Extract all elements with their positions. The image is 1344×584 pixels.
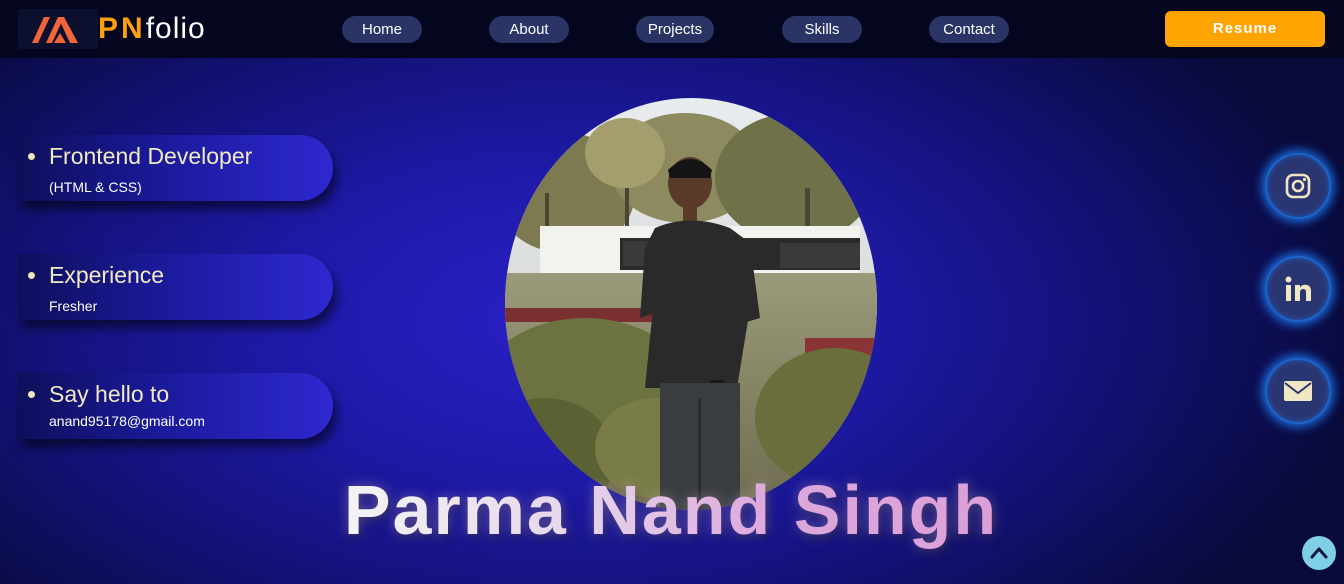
hero-name-text: Parma Nand Singh xyxy=(343,471,999,549)
nav-contact[interactable]: Contact xyxy=(929,16,1009,43)
info-card-role: Frontend Developer (HTML & CSS) xyxy=(18,135,333,201)
card-subtitle: (HTML & CSS) xyxy=(49,179,142,195)
brand-initials: PN xyxy=(98,12,146,45)
card-title: Frontend Developer xyxy=(49,143,253,169)
brand-wordmark: PNfolio xyxy=(98,9,206,49)
brand-logo[interactable]: PNfolio xyxy=(18,9,205,49)
linkedin-icon xyxy=(1285,276,1311,301)
card-subtitle: Fresher xyxy=(49,298,98,314)
pn-logo-icon xyxy=(18,9,98,49)
nav-home[interactable]: Home xyxy=(342,16,422,43)
card-email[interactable]: anand95178@gmail.com xyxy=(49,413,205,429)
email-icon xyxy=(1284,381,1312,401)
instagram-icon xyxy=(1285,173,1311,199)
email-button[interactable] xyxy=(1265,358,1331,424)
bullet-icon xyxy=(28,153,35,160)
profile-photo xyxy=(505,98,877,510)
info-card-experience: Experience Fresher xyxy=(18,254,333,320)
instagram-button[interactable] xyxy=(1265,153,1331,219)
bullet-icon xyxy=(28,272,35,279)
linkedin-button[interactable] xyxy=(1265,256,1331,322)
info-card-contact: Say hello to anand95178@gmail.com xyxy=(18,373,333,439)
nav-skills[interactable]: Skills xyxy=(782,16,862,43)
brand-word: folio xyxy=(145,12,206,45)
bullet-icon xyxy=(28,391,35,398)
navbar: PNfolio Home About Projects Skills Conta… xyxy=(0,0,1344,58)
scroll-top-button[interactable] xyxy=(1302,536,1336,570)
nav-projects[interactable]: Projects xyxy=(636,16,714,43)
nav-about[interactable]: About xyxy=(489,16,569,43)
hero-name: Parma Nand Singh xyxy=(0,470,1344,550)
chevron-up-icon xyxy=(1310,547,1328,559)
card-title: Experience xyxy=(49,262,165,288)
resume-button[interactable]: Resume xyxy=(1165,11,1325,47)
card-title: Say hello to xyxy=(49,381,170,407)
